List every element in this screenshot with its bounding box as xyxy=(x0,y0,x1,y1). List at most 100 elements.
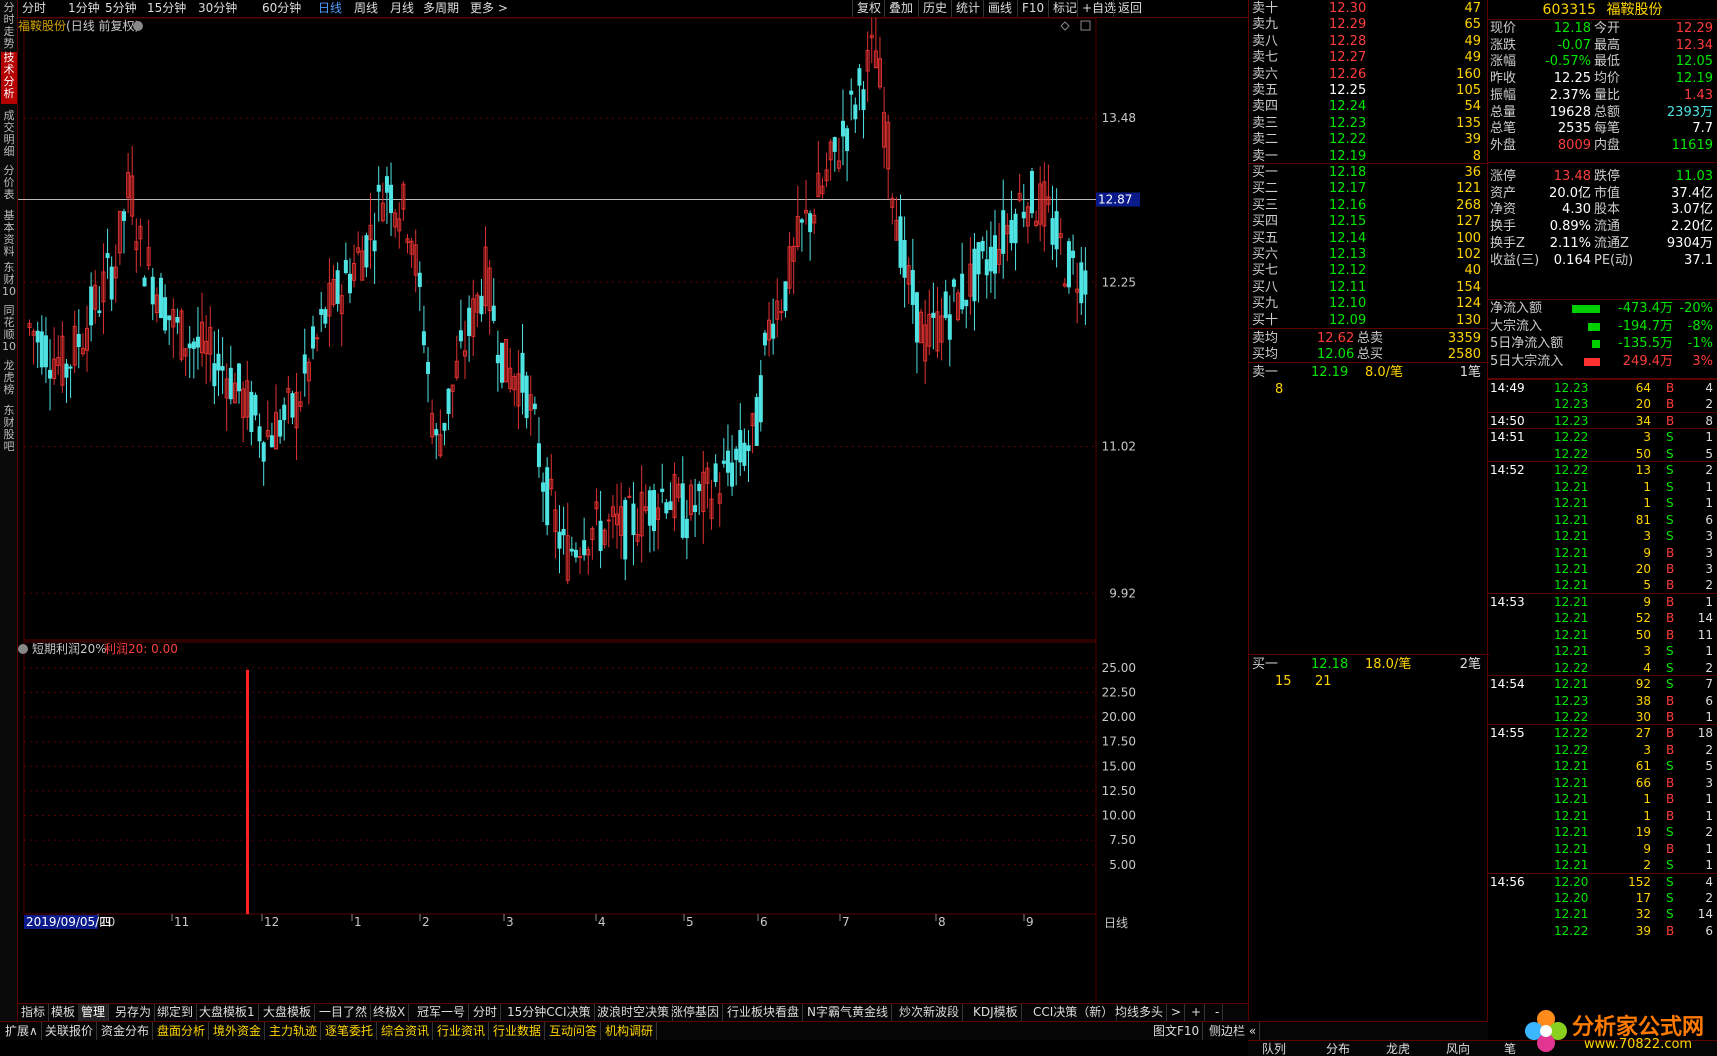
kline-chart[interactable]: 13.4812.2511.029.9212.87福鞍股份(日线 前复权)25.0… xyxy=(18,18,1248,1003)
template-tab-12[interactable]: 波浪时空决策 xyxy=(594,1004,674,1021)
period-tab-0[interactable]: 分时 xyxy=(22,0,46,17)
info-tab-4[interactable]: 境外资金 xyxy=(210,1022,266,1040)
template-tab-14[interactable]: 行业板块看盘 xyxy=(724,1004,804,1021)
period-tab-3[interactable]: 15分钟 xyxy=(147,0,186,17)
period-tab-4[interactable]: 30分钟 xyxy=(198,0,237,17)
period-tab-1[interactable]: 1分钟 xyxy=(68,0,100,17)
info-right-tab-1[interactable]: 侧边栏 « xyxy=(1206,1022,1261,1040)
template-tab-11[interactable]: 15分钟CCI决策 xyxy=(504,1004,595,1021)
diamond-icon[interactable] xyxy=(1060,21,1070,31)
sidebar-tab-5[interactable]: 东财10 xyxy=(1,262,17,302)
template-tab-0[interactable]: 指标 xyxy=(18,1004,50,1021)
info-right-tab-0[interactable]: 图文F10 xyxy=(1150,1022,1204,1040)
period-tab-7[interactable]: 周线 xyxy=(354,0,378,17)
ask-row[interactable]: 卖八 12.28 49 xyxy=(1249,33,1489,50)
tick-count: 5 xyxy=(1705,446,1713,461)
ask-row[interactable]: 卖九 12.29 65 xyxy=(1249,16,1489,33)
template-tab-5[interactable]: 大盘模板1 xyxy=(196,1004,259,1021)
period-tab-8[interactable]: 月线 xyxy=(390,0,414,17)
sidebar-tab-8[interactable]: 东财股吧 xyxy=(1,405,17,455)
indicator-collapse-icon[interactable] xyxy=(18,644,28,654)
bid-row[interactable]: 买三 12.16 268 xyxy=(1249,197,1489,214)
template-tab-21[interactable]: + xyxy=(1188,1004,1206,1021)
info-tab-9[interactable]: 行业数据 xyxy=(490,1022,546,1040)
sidebar-tab-2[interactable]: 成交明细 xyxy=(1,110,17,162)
bid-row[interactable]: 买六 12.13 102 xyxy=(1249,246,1489,263)
template-tab-16[interactable]: 炒次新波段 xyxy=(896,1004,964,1021)
sidebar-tab-1[interactable]: 技术分析 xyxy=(1,52,17,104)
info-tab-5[interactable]: 主力轨迹 xyxy=(266,1022,322,1040)
panel-tab-2[interactable]: 龙虎 xyxy=(1386,1041,1410,1056)
bid-row[interactable]: 买八 12.11 154 xyxy=(1249,279,1489,296)
template-tab-9[interactable]: 冠军一号 xyxy=(414,1004,470,1021)
template-tab-15[interactable]: N字霸气黄金线 xyxy=(804,1004,892,1021)
cycle-label[interactable]: 日线 xyxy=(1104,916,1128,930)
info-tab-0[interactable]: 扩展∧ xyxy=(2,1022,42,1040)
info-tab-10[interactable]: 互动问答 xyxy=(546,1022,602,1040)
info-tab-3[interactable]: 盘面分析 xyxy=(154,1022,210,1040)
toolbar-btn-5[interactable]: F10 xyxy=(1017,0,1048,17)
toolbar-btn-8[interactable]: 返回 xyxy=(1113,0,1146,17)
sidebar-tab-7[interactable]: 龙虎榜 xyxy=(1,360,17,402)
bid-row[interactable]: 买九 12.10 124 xyxy=(1249,295,1489,312)
toolbar-btn-2[interactable]: 历史 xyxy=(918,0,951,17)
template-tab-18[interactable]: CCI决策（新） xyxy=(1030,1004,1118,1021)
template-tab-10[interactable]: 分时 xyxy=(470,1004,502,1021)
bid-row[interactable]: 买一 12.18 36 xyxy=(1249,164,1489,181)
ask-row[interactable]: 卖五 12.25 105 xyxy=(1249,82,1489,99)
panel-tab-0[interactable]: 队列 xyxy=(1262,1041,1286,1056)
template-tab-20[interactable]: > xyxy=(1168,1004,1186,1021)
info-tab-1[interactable]: 关联报价 xyxy=(42,1022,98,1040)
bid-row[interactable]: 买五 12.14 100 xyxy=(1249,230,1489,247)
toolbar-btn-4[interactable]: 画线 xyxy=(983,0,1016,17)
template-tab-7[interactable]: 一目了然 xyxy=(316,1004,372,1021)
ask-row[interactable]: 卖三 12.23 135 xyxy=(1249,115,1489,132)
ask-row[interactable]: 卖二 12.22 39 xyxy=(1249,131,1489,148)
template-tab-22[interactable]: - xyxy=(1212,1004,1224,1021)
period-tab-9[interactable]: 多周期 xyxy=(423,0,459,17)
sidebar-tab-3[interactable]: 分价表 xyxy=(1,165,17,207)
panel-tab-1[interactable]: 分布 xyxy=(1326,1041,1350,1056)
info-tab-7[interactable]: 综合资讯 xyxy=(378,1022,434,1040)
sidebar-tab-6[interactable]: 同花顺10 xyxy=(1,305,17,357)
bid-row[interactable]: 买七 12.12 40 xyxy=(1249,262,1489,279)
ask-row[interactable]: 卖十 12.30 47 xyxy=(1249,0,1489,17)
bid-row[interactable]: 买二 12.17 121 xyxy=(1249,180,1489,197)
window-icon[interactable] xyxy=(1080,20,1091,31)
period-tab-5[interactable]: 60分钟 xyxy=(262,0,301,17)
ask-row[interactable]: 卖四 12.24 54 xyxy=(1249,98,1489,115)
settings-icon[interactable] xyxy=(133,21,143,31)
template-tab-4[interactable]: 绑定到 xyxy=(154,1004,198,1021)
sidebar-tab-4[interactable]: 基本资料 xyxy=(1,210,17,260)
template-tab-8[interactable]: 终极X xyxy=(370,1004,410,1021)
bid-row[interactable]: 买十 12.09 130 xyxy=(1249,312,1489,329)
template-tab-2[interactable]: 管理 xyxy=(78,1004,110,1021)
toolbar-btn-1[interactable]: 叠加 xyxy=(884,0,917,17)
queue-header[interactable]: 卖一 12.19 8.0/笔 1笔 xyxy=(1249,364,1489,381)
period-tab-2[interactable]: 5分钟 xyxy=(105,0,137,17)
template-tab-17[interactable]: KDJ模板 xyxy=(970,1004,1022,1021)
template-tab-19[interactable]: 均线多头 xyxy=(1112,1004,1168,1021)
queue-header[interactable]: 买一 12.18 18.0/笔 2笔 xyxy=(1249,656,1489,673)
info-tab-11[interactable]: 机构调研 xyxy=(602,1022,658,1040)
info-tab-6[interactable]: 逐笔委托 xyxy=(322,1022,378,1040)
template-tab-1[interactable]: 模板 xyxy=(48,1004,80,1021)
panel-tab-3[interactable]: 风向 xyxy=(1446,1041,1470,1056)
sidebar-tab-0[interactable]: 分时走势 xyxy=(1,2,17,50)
period-tab-6[interactable]: 日线 xyxy=(318,0,342,17)
template-tab-6[interactable]: 大盘模板 xyxy=(260,1004,316,1021)
period-tab-10[interactable]: 更多 > xyxy=(470,0,508,17)
tick-price: 12.21 xyxy=(1554,841,1589,856)
panel-tab-4[interactable]: 笔 xyxy=(1504,1041,1516,1056)
toolbar-btn-3[interactable]: 统计 xyxy=(951,0,984,17)
info-tab-8[interactable]: 行业资讯 xyxy=(434,1022,490,1040)
info-tab-2[interactable]: 资金分布 xyxy=(98,1022,154,1040)
ask-row[interactable]: 卖六 12.26 160 xyxy=(1249,66,1489,83)
ask-row[interactable]: 卖七 12.27 49 xyxy=(1249,49,1489,66)
template-tab-13[interactable]: 涨停基因 xyxy=(668,1004,724,1021)
toolbar-btn-0[interactable]: 复权 xyxy=(852,0,885,17)
indicator-name[interactable]: 短期利润20% xyxy=(32,642,107,656)
tick-list[interactable]: 14:49 12.23 64 B 4 12.23 20 B 2 14:50 12.23 34 B 8 14:… xyxy=(1488,378,1717,1008)
template-tab-3[interactable]: 另存为 xyxy=(112,1004,156,1021)
bid-row[interactable]: 买四 12.15 127 xyxy=(1249,213,1489,230)
